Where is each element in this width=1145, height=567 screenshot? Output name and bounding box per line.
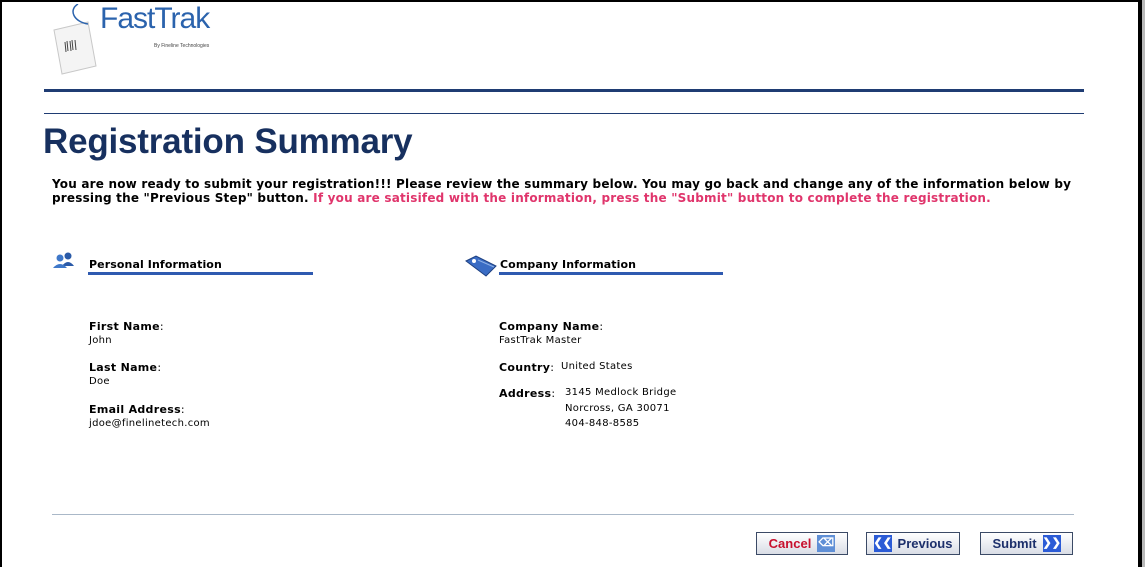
fast-forward-icon: ❯❯	[1042, 535, 1061, 552]
logo-subtext: By Fineline Technologies	[154, 43, 210, 49]
first-name-label: First Name:	[89, 320, 164, 333]
window-frame-left	[0, 0, 2, 567]
people-icon	[53, 252, 74, 268]
cancel-label: Cancel	[768, 536, 812, 551]
header-divider-thin	[44, 113, 1084, 114]
last-name-value: Doe	[89, 376, 110, 387]
address-line-2: Norcross, GA 30071	[565, 403, 670, 414]
cancel-button[interactable]: Cancel ⌫	[756, 532, 848, 555]
address-line-1: 3145 Medlock Bridge	[565, 387, 677, 398]
logo-barcode-tag-icon	[53, 4, 97, 75]
logo-wordmark: FastTrak	[100, 2, 210, 35]
trash-icon: ⌫	[817, 535, 836, 552]
submit-button[interactable]: Submit ❯❯	[980, 532, 1073, 555]
company-section-heading: Company Information	[500, 258, 637, 271]
fasttrak-logo: FastTrak By Fineline Technologies	[48, 2, 218, 76]
footer-divider	[52, 514, 1074, 515]
country-label: Country:	[499, 361, 555, 374]
page-title: Registration Summary	[43, 122, 413, 161]
previous-label: Previous	[897, 536, 953, 551]
personal-section-heading: Personal Information	[89, 258, 222, 271]
company-section-rule	[499, 272, 723, 275]
email-label: Email Address:	[89, 403, 185, 416]
address-label: Address:	[499, 387, 556, 400]
rewind-icon: ❮❮	[873, 535, 892, 552]
email-value: jdoe@finelinetech.com	[89, 418, 210, 429]
last-name-label: Last Name:	[89, 361, 162, 374]
company-tag-icon	[465, 255, 497, 277]
country-value: United States	[561, 361, 633, 372]
intro-text: You are now ready to submit your registr…	[52, 177, 1092, 205]
phone-value: 404-848-8585	[565, 418, 640, 429]
submit-label: Submit	[992, 536, 1037, 551]
company-name-label: Company Name:	[499, 320, 604, 333]
header-divider	[44, 89, 1084, 92]
intro-highlight: If you are satisifed with the informatio…	[313, 191, 991, 205]
company-name-value: FastTrak Master	[499, 335, 582, 346]
personal-section-rule	[88, 272, 313, 275]
first-name-value: John	[89, 335, 112, 346]
previous-button[interactable]: ❮❮ Previous	[866, 532, 960, 555]
